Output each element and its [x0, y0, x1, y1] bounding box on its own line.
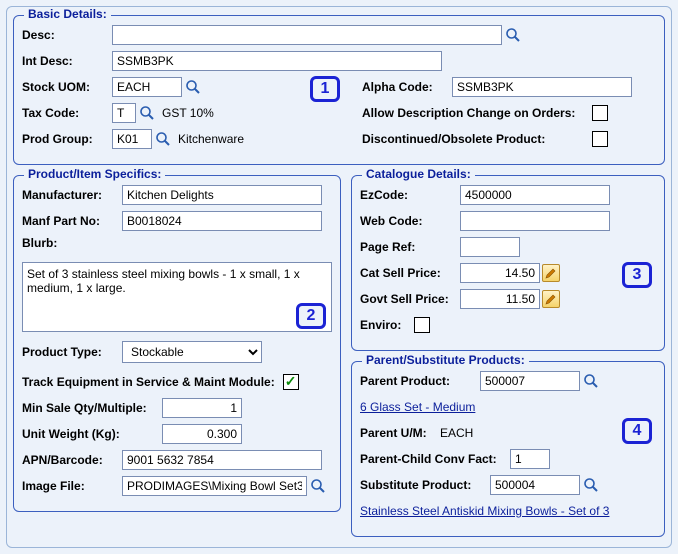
- alpha-code-input[interactable]: [452, 77, 632, 97]
- tax-code-desc: GST 10%: [162, 106, 214, 120]
- parent-product-label: Parent Product:: [360, 374, 480, 388]
- min-sale-label: Min Sale Qty/Multiple:: [22, 401, 162, 415]
- track-equip-label: Track Equipment in Service & Maint Modul…: [22, 375, 275, 389]
- parent-product-input[interactable]: [480, 371, 580, 391]
- unit-weight-input[interactable]: [162, 424, 242, 444]
- badge-1: 1: [310, 76, 340, 102]
- govt-sell-edit-icon[interactable]: [542, 290, 560, 308]
- catalogue-group: Catalogue Details: EzCode: Web Code: Pag…: [351, 175, 665, 351]
- image-file-label: Image File:: [22, 479, 122, 493]
- basic-details-group: Basic Details: Desc: Int Desc: Stock UOM…: [13, 15, 665, 165]
- discontinued-label: Discontinued/Obsolete Product:: [362, 132, 592, 146]
- prod-group-input[interactable]: [112, 129, 152, 149]
- manufacturer-label: Manufacturer:: [22, 188, 122, 202]
- discontinued-checkbox[interactable]: [592, 131, 608, 147]
- blurb-label: Blurb:: [22, 236, 57, 250]
- parent-um-label: Parent U/M:: [360, 426, 440, 440]
- badge-3: 3: [622, 262, 652, 288]
- badge-2: 2: [296, 303, 326, 329]
- specifics-legend: Product/Item Specifics:: [24, 167, 165, 181]
- prod-group-label: Prod Group:: [22, 132, 112, 146]
- track-equip-checkbox[interactable]: [283, 374, 299, 390]
- enviro-checkbox[interactable]: [414, 317, 430, 333]
- min-sale-input[interactable]: [162, 398, 242, 418]
- manf-part-input[interactable]: [122, 211, 322, 231]
- webcode-label: Web Code:: [360, 214, 460, 228]
- tax-code-label: Tax Code:: [22, 106, 112, 120]
- desc-label: Desc:: [22, 28, 112, 42]
- substitute-link[interactable]: Stainless Steel Antiskid Mixing Bowls - …: [360, 504, 609, 518]
- int-desc-label: Int Desc:: [22, 54, 112, 68]
- ezcode-label: EzCode:: [360, 188, 460, 202]
- badge-4: 4: [622, 418, 652, 444]
- enviro-label: Enviro:: [360, 318, 414, 332]
- conv-fact-input[interactable]: [510, 449, 550, 469]
- prod-group-desc: Kitchenware: [178, 132, 244, 146]
- parent-group: Parent/Substitute Products: Parent Produ…: [351, 361, 665, 537]
- prod-group-lookup-icon[interactable]: [154, 130, 172, 148]
- conv-fact-label: Parent-Child Conv Fact:: [360, 452, 510, 466]
- basic-details-legend: Basic Details:: [24, 7, 111, 21]
- govt-sell-label: Govt Sell Price:: [360, 292, 460, 306]
- manufacturer-input[interactable]: [122, 185, 322, 205]
- pageref-label: Page Ref:: [360, 240, 460, 254]
- apn-label: APN/Barcode:: [22, 453, 122, 467]
- unit-weight-label: Unit Weight (Kg):: [22, 427, 162, 441]
- parent-um-value: EACH: [440, 426, 473, 440]
- cat-sell-edit-icon[interactable]: [542, 264, 560, 282]
- stock-uom-input[interactable]: [112, 77, 182, 97]
- image-file-input[interactable]: [122, 476, 307, 496]
- blurb-textarea[interactable]: Set of 3 stainless steel mixing bowls - …: [22, 262, 332, 332]
- image-file-lookup-icon[interactable]: [309, 477, 327, 495]
- desc-input[interactable]: [112, 25, 502, 45]
- tax-code-lookup-icon[interactable]: [138, 104, 156, 122]
- int-desc-input[interactable]: [112, 51, 442, 71]
- parent-legend: Parent/Substitute Products:: [362, 353, 529, 367]
- alpha-code-label: Alpha Code:: [362, 80, 452, 94]
- product-type-select[interactable]: Stockable: [122, 341, 262, 363]
- apn-input[interactable]: [122, 450, 322, 470]
- catalogue-legend: Catalogue Details:: [362, 167, 475, 181]
- parent-product-link[interactable]: 6 Glass Set - Medium: [360, 400, 475, 414]
- cat-sell-input[interactable]: [460, 263, 540, 283]
- substitute-label: Substitute Product:: [360, 478, 490, 492]
- allow-desc-change-label: Allow Description Change on Orders:: [362, 106, 592, 120]
- govt-sell-input[interactable]: [460, 289, 540, 309]
- cat-sell-label: Cat Sell Price:: [360, 266, 460, 280]
- specifics-group: Product/Item Specifics: Manufacturer: Ma…: [13, 175, 341, 512]
- stock-uom-label: Stock UOM:: [22, 80, 112, 94]
- webcode-input[interactable]: [460, 211, 610, 231]
- stock-uom-lookup-icon[interactable]: [184, 78, 202, 96]
- tax-code-input[interactable]: [112, 103, 136, 123]
- substitute-lookup-icon[interactable]: [582, 476, 600, 494]
- allow-desc-change-checkbox[interactable]: [592, 105, 608, 121]
- desc-lookup-icon[interactable]: [504, 26, 522, 44]
- ezcode-input[interactable]: [460, 185, 610, 205]
- product-type-label: Product Type:: [22, 345, 122, 359]
- manf-part-label: Manf Part No:: [22, 214, 122, 228]
- substitute-input[interactable]: [490, 475, 580, 495]
- parent-product-lookup-icon[interactable]: [582, 372, 600, 390]
- pageref-input[interactable]: [460, 237, 520, 257]
